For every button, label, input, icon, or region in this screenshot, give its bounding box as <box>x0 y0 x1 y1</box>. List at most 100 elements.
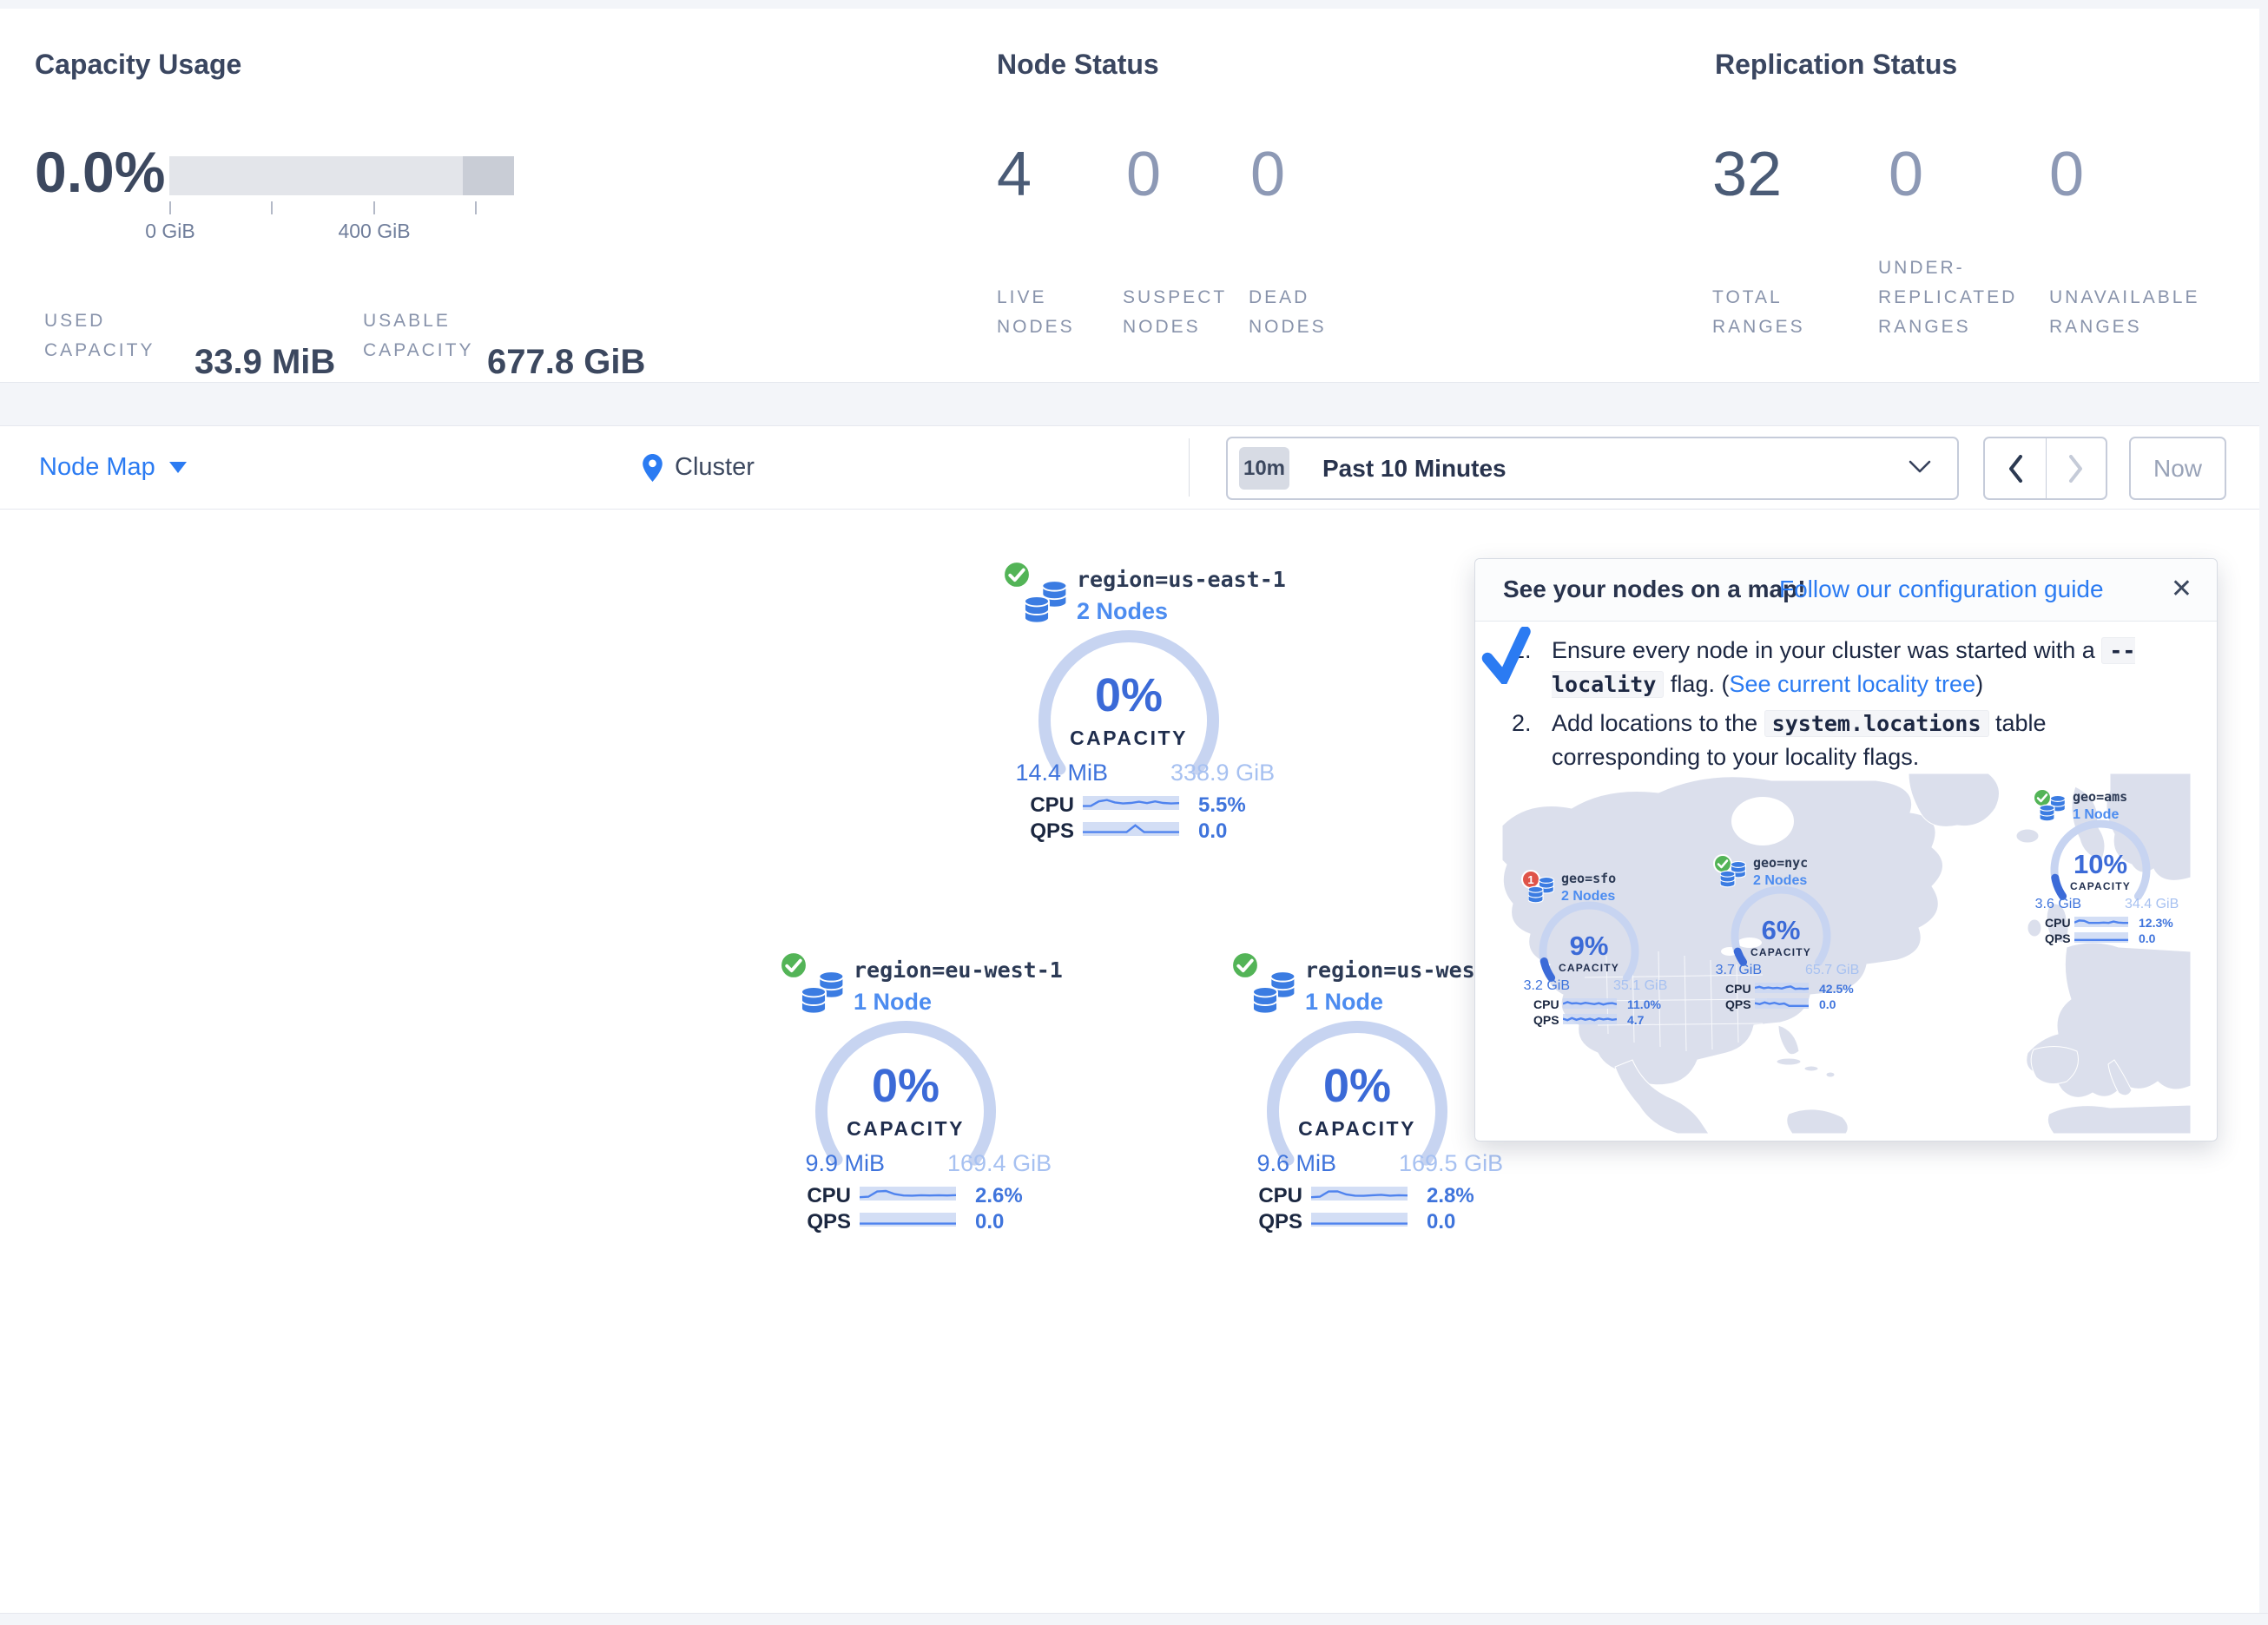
cpu-sparkline <box>1083 796 1179 810</box>
toolbar-divider <box>1189 438 1190 497</box>
configuration-guide-link[interactable]: Follow our configuration guide <box>1779 576 2104 603</box>
instruction-text: ) <box>1975 671 1983 697</box>
total-ranges-value: 32 <box>1712 139 1782 210</box>
used-capacity-label: USED CAPACITY <box>44 306 155 365</box>
cpu-label: CPU <box>1725 982 1751 996</box>
node-status-title: Node Status <box>997 49 1159 81</box>
now-button[interactable]: Now <box>2129 437 2226 500</box>
map-node-geo-sfo[interactable]: 1 geo=sfo 2 Nodes 9% CAPACITY 3.2 GiB 35… <box>1520 867 1680 1041</box>
total-capacity: 65.7 GiB <box>1805 963 1859 978</box>
qps-label: QPS <box>807 1210 851 1234</box>
time-step-buttons <box>1983 437 2107 500</box>
replication-status-title: Replication Status <box>1715 49 1957 81</box>
cluster-stats-band: Capacity Usage 0.0% 0 GiB 400 GiB USED C… <box>0 9 2259 383</box>
qps-label: QPS <box>1533 1013 1559 1027</box>
cpu-label: CPU <box>1030 793 1074 818</box>
close-icon[interactable]: ✕ <box>2171 574 2192 604</box>
unavailable-value: 0 <box>2049 139 2084 210</box>
cpu-sparkline <box>1755 983 1809 993</box>
prev-interval-button[interactable] <box>1985 438 2046 498</box>
live-nodes-value: 4 <box>997 139 1032 210</box>
used-capacity: 3.7 GiB <box>1716 963 1762 978</box>
capacity-percent: 10% <box>2048 849 2153 880</box>
instruction-text: Ensure every node in your cluster was st… <box>1552 637 2101 663</box>
time-range-label: Past 10 Minutes <box>1322 455 1507 483</box>
total-capacity: 34.4 GiB <box>2125 897 2179 912</box>
cpu-label: CPU <box>807 1184 851 1208</box>
qps-sparkline <box>2074 932 2128 943</box>
axis-tick <box>271 201 273 214</box>
world-map-preview: 1 geo=sfo 2 Nodes 9% CAPACITY 3.2 GiB 35… <box>1502 773 2191 1134</box>
map-config-popup: See your nodes on a map! Follow our conf… <box>1474 558 2218 1141</box>
time-range-badge: 10m <box>1239 447 1289 490</box>
cpu-sparkline <box>860 1187 956 1201</box>
locality-card-eu-west-1[interactable]: region=eu-west-1 1 Node 0% CAPACITY 9.9 … <box>775 951 1071 1241</box>
qps-value: 0.0 <box>975 1210 1004 1234</box>
under-replicated-label: UNDER- REPLICATED RANGES <box>1878 253 2017 342</box>
cpu-label: CPU <box>2045 916 2071 930</box>
capacity-percent: 9% <box>1537 931 1641 962</box>
locality-label: region=eu-west-1 <box>854 957 1063 983</box>
axis-tick-label: 400 GiB <box>338 220 410 243</box>
chevron-down-icon <box>1909 459 1931 475</box>
cpu-value: 12.3% <box>2139 916 2173 930</box>
capacity-gauge: 0% CAPACITY <box>1029 621 1229 820</box>
map-node-geo-ams[interactable]: geo=ams 1 Node 10% CAPACITY 3.6 GiB 34.4… <box>2031 786 2191 959</box>
dead-nodes-label: DEAD NODES <box>1249 283 1327 342</box>
database-nodes-icon <box>1253 970 1302 1016</box>
capacity-usage-title: Capacity Usage <box>35 49 241 81</box>
cpu-value: 2.8% <box>1427 1184 1474 1208</box>
caret-down-icon <box>169 462 187 473</box>
qps-sparkline <box>1311 1213 1408 1227</box>
locality-label: region=us-east-1 <box>1077 567 1286 592</box>
locality-tree-link[interactable]: See current locality tree <box>1729 671 1975 697</box>
now-button-label: Now <box>2153 455 2202 483</box>
total-ranges-label: TOTAL RANGES <box>1712 283 1805 342</box>
instruction-step: 1.Ensure every node in your cluster was … <box>1512 634 2199 701</box>
axis-tick <box>169 201 171 214</box>
capacity-caption: CAPACITY <box>1257 1117 1457 1141</box>
view-selector-label: Node Map <box>39 453 155 482</box>
cpu-label: CPU <box>1258 1184 1302 1208</box>
cpu-value: 42.5% <box>1819 982 1854 996</box>
popup-header: See your nodes on a map! Follow our conf… <box>1475 559 2217 622</box>
suspect-nodes-label: SUSPECT NODES <box>1123 283 1227 342</box>
capacity-caption: CAPACITY <box>2048 880 2153 892</box>
axis-tick-label: 0 GiB <box>145 220 195 243</box>
used-capacity: 14.4 MiB <box>1015 760 1108 786</box>
usable-capacity-label: USABLE CAPACITY <box>363 306 473 365</box>
capacity-caption: CAPACITY <box>806 1117 1005 1141</box>
live-nodes-label: LIVE NODES <box>997 283 1075 342</box>
step-number: 2. <box>1512 707 1532 740</box>
popup-instructions: 1.Ensure every node in your cluster was … <box>1512 634 2199 779</box>
qps-value: 0.0 <box>2139 931 2155 945</box>
locality-label: geo=sfo <box>1561 871 1616 886</box>
capacity-percent: 0.0% <box>35 139 165 205</box>
map-node-geo-nyc[interactable]: geo=nyc 2 Nodes 6% CAPACITY 3.7 GiB 65.7… <box>1711 852 1872 1025</box>
dead-nodes-value: 0 <box>1250 139 1285 210</box>
breadcrumb-cluster-label: Cluster <box>675 453 755 482</box>
instruction-text: flag. ( <box>1664 671 1729 697</box>
view-toolbar: Node Map Cluster 10m Past 10 Minutes <box>0 425 2259 510</box>
qps-sparkline <box>860 1213 956 1227</box>
capacity-bar-dark-segment <box>463 156 514 195</box>
locality-label: geo=ams <box>2073 789 2127 805</box>
popup-title: See your nodes on a map! <box>1503 576 1806 603</box>
total-capacity: 169.4 GiB <box>947 1150 1052 1177</box>
time-range-select[interactable]: 10m Past 10 Minutes <box>1226 437 1959 500</box>
next-interval-button[interactable] <box>2046 438 2106 498</box>
cpu-sparkline <box>2074 917 2128 927</box>
view-selector-dropdown[interactable]: Node Map <box>39 426 187 509</box>
chevron-right-icon <box>2068 455 2084 483</box>
instruction-step: 2.Add locations to the system.locations … <box>1512 707 2199 773</box>
capacity-gauge: 0% CAPACITY <box>1257 1011 1457 1211</box>
qps-sparkline <box>1563 1014 1617 1024</box>
capacity-usage-bar <box>169 156 514 195</box>
qps-sparkline <box>1755 998 1809 1009</box>
node-map-dashboard: Capacity Usage 0.0% 0 GiB 400 GiB USED C… <box>0 0 2268 1625</box>
total-capacity: 338.9 GiB <box>1170 760 1275 786</box>
locality-card-us-east-1[interactable]: region=us-east-1 2 Nodes 0% CAPACITY 14.… <box>999 560 1294 851</box>
breadcrumb[interactable]: Cluster <box>643 426 755 509</box>
instruction-text: Add locations to the <box>1552 710 1764 736</box>
capacity-gauge: 0% CAPACITY <box>806 1011 1005 1211</box>
